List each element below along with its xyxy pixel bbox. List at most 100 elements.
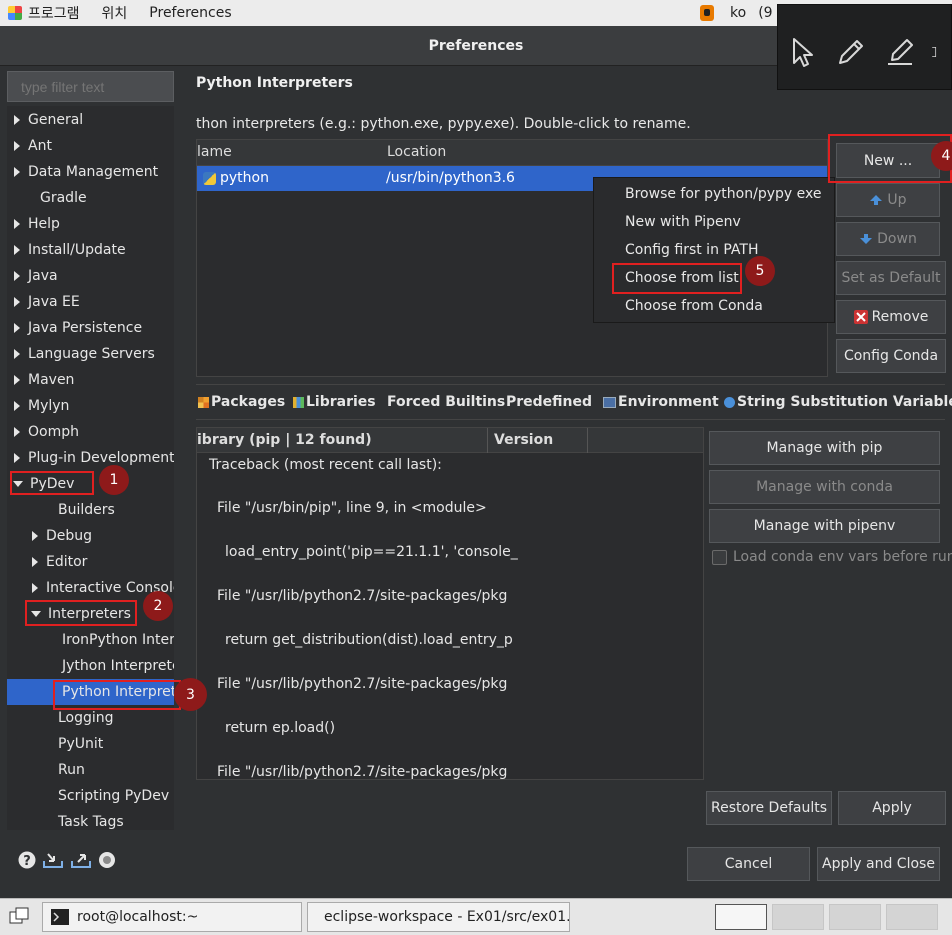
tree-item[interactable]: Language Servers	[7, 341, 174, 367]
manage-pip-button[interactable]: Manage with pip	[709, 431, 940, 465]
tree-item[interactable]: Java Persistence	[7, 315, 174, 341]
tree-item[interactable]: PyDev	[7, 471, 174, 497]
expand-arrow-icon[interactable]	[14, 427, 20, 437]
menu-item-config-first-in-path[interactable]: Config first in PATH	[625, 242, 759, 258]
collapse-arrow-icon[interactable]	[31, 611, 41, 617]
traceback-line: File "/usr/lib/python2.7/site-packages/p…	[217, 676, 508, 692]
task-eclipse[interactable]: eclipse-workspace - Ex01/src/ex01.py - E	[307, 902, 570, 932]
expand-arrow-icon[interactable]	[32, 531, 38, 541]
manage-conda-button[interactable]: Manage with conda	[709, 470, 940, 504]
tree-item[interactable]: Builders	[7, 497, 174, 523]
applications-icon[interactable]	[8, 6, 22, 20]
restore-defaults-button[interactable]: Restore Defaults	[706, 791, 832, 825]
tree-item[interactable]: Maven	[7, 367, 174, 393]
tree-item[interactable]: Mylyn	[7, 393, 174, 419]
tree-item[interactable]: Help	[7, 211, 174, 237]
packages-table[interactable]: ibrary (pip | 12 found) Version Tracebac…	[196, 427, 704, 780]
pointer-tool-icon[interactable]	[784, 34, 820, 70]
expand-arrow-icon[interactable]	[14, 323, 20, 333]
tree-item[interactable]: Java	[7, 263, 174, 289]
tab-string-substitution[interactable]: String Substitution Variables	[724, 394, 952, 410]
column-library[interactable]: ibrary (pip | 12 found)	[197, 432, 372, 448]
column-version[interactable]: Version	[494, 432, 553, 448]
filter-input[interactable]	[7, 71, 174, 102]
tree-item[interactable]: Run	[7, 757, 174, 783]
tree-item[interactable]: Java EE	[7, 289, 174, 315]
menu-preferences[interactable]: Preferences	[149, 5, 231, 21]
expand-arrow-icon[interactable]	[14, 271, 20, 281]
load-conda-checkbox[interactable]	[712, 550, 727, 565]
workspace-2[interactable]	[772, 904, 824, 930]
menu-item-new-with-pipenv[interactable]: New with Pipenv	[625, 214, 741, 230]
menu-item-choose-from-list[interactable]: Choose from list	[625, 270, 739, 286]
workspace-4[interactable]	[886, 904, 938, 930]
import-icon[interactable]	[42, 851, 64, 869]
menu-places[interactable]: 위치	[102, 3, 128, 23]
tab-environment[interactable]: Environment	[603, 394, 719, 410]
tree-item[interactable]: Logging	[7, 705, 174, 731]
marker-tool-icon[interactable]	[882, 34, 918, 70]
workspace-3[interactable]	[829, 904, 881, 930]
expand-arrow-icon[interactable]	[14, 245, 20, 255]
set-default-button[interactable]: Set as Default	[836, 261, 946, 295]
tree-item[interactable]: Install/Update	[7, 237, 174, 263]
export-icon[interactable]	[70, 851, 92, 869]
help-icon[interactable]: ?	[18, 851, 36, 869]
pencil-tool-icon[interactable]	[833, 34, 869, 70]
tree-item[interactable]: Python Interpreter	[7, 679, 174, 705]
notification-icon[interactable]	[700, 5, 714, 21]
tree-item[interactable]: Plug-in Development	[7, 445, 174, 471]
tab-predefined[interactable]: Predefined	[506, 394, 592, 410]
expand-arrow-icon[interactable]	[14, 453, 20, 463]
tree-item[interactable]: Scripting PyDev	[7, 783, 174, 809]
expand-arrow-icon[interactable]	[14, 115, 20, 125]
new-button[interactable]: New ...	[836, 143, 940, 178]
preferences-tree[interactable]: General Ant Data Management Gradle Help Insta…	[7, 106, 174, 830]
task-terminal[interactable]: root@localhost:~	[42, 902, 302, 932]
apply-button[interactable]: Apply	[838, 791, 946, 825]
down-button[interactable]: Down	[836, 222, 940, 256]
expand-arrow-icon[interactable]	[32, 583, 38, 593]
record-icon[interactable]	[98, 851, 116, 869]
expand-arrow-icon[interactable]	[14, 349, 20, 359]
interpreter-name: python	[220, 170, 269, 186]
tab-forced-builtins[interactable]: Forced Builtins	[387, 394, 505, 410]
tree-item[interactable]: Task Tags	[7, 809, 174, 830]
tab-packages[interactable]: Packages	[198, 394, 285, 410]
tree-item[interactable]: PyUnit	[7, 731, 174, 757]
tree-item[interactable]: Jython Interpreter	[7, 653, 174, 679]
workspace-1[interactable]	[715, 904, 767, 930]
up-button[interactable]: Up	[836, 183, 940, 217]
expand-arrow-icon[interactable]	[14, 297, 20, 307]
tree-item[interactable]: General	[7, 107, 174, 133]
tree-item[interactable]: Debug	[7, 523, 174, 549]
expand-arrow-icon[interactable]	[14, 401, 20, 411]
remove-button[interactable]: Remove	[836, 300, 946, 334]
cancel-button[interactable]: Cancel	[687, 847, 810, 881]
collapse-arrow-icon[interactable]	[13, 481, 23, 487]
expand-arrow-icon[interactable]	[32, 557, 38, 567]
menu-item-browse-for-python-pypy-exe[interactable]: Browse for python/pypy exe	[625, 186, 821, 202]
tree-item[interactable]: Editor	[7, 549, 174, 575]
menu-programs[interactable]: 프로그램	[28, 3, 80, 23]
tree-item[interactable]: Gradle	[7, 185, 174, 211]
tree-item[interactable]: IronPython Interpreter	[7, 627, 174, 653]
show-desktop-icon[interactable]	[9, 907, 29, 927]
eraser-tool-icon[interactable]	[931, 34, 945, 70]
manage-pipenv-button[interactable]: Manage with pipenv	[709, 509, 940, 543]
column-name[interactable]: lame	[197, 144, 232, 160]
tree-item[interactable]: Oomph	[7, 419, 174, 445]
taskbar: root@localhost:~ eclipse-workspace - Ex0…	[0, 898, 952, 935]
input-language[interactable]: ko	[730, 5, 746, 21]
tree-item[interactable]: Ant	[7, 133, 174, 159]
tree-item[interactable]: Data Management	[7, 159, 174, 185]
expand-arrow-icon[interactable]	[14, 219, 20, 229]
expand-arrow-icon[interactable]	[14, 167, 20, 177]
expand-arrow-icon[interactable]	[14, 141, 20, 151]
menu-item-choose-from-conda[interactable]: Choose from Conda	[625, 298, 763, 314]
config-conda-button[interactable]: Config Conda	[836, 339, 946, 373]
apply-and-close-button[interactable]: Apply and Close	[817, 847, 940, 881]
tab-libraries[interactable]: Libraries	[293, 394, 376, 410]
column-location[interactable]: Location	[387, 144, 446, 160]
expand-arrow-icon[interactable]	[14, 375, 20, 385]
